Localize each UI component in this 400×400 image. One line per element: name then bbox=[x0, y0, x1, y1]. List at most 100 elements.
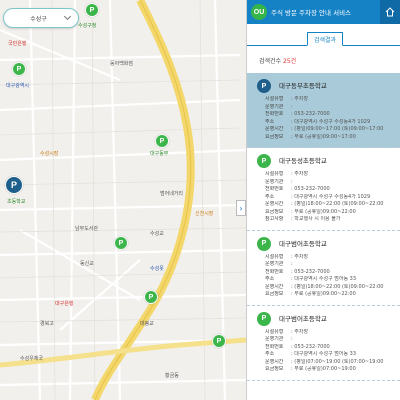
side-panel: OU 주식 방문 주차장 안내 서비스 검색결과 검색건수 25건 P 대구동부초… bbox=[246, 0, 400, 400]
detail-row: 주소 : 대구광역시 수성구 범어동 33 bbox=[265, 351, 396, 359]
detail-key: 운영기관 bbox=[265, 336, 284, 342]
map-label: 국민은행 bbox=[8, 41, 27, 47]
detail-value: : 주차장 bbox=[291, 96, 309, 102]
detail-key: 주소 bbox=[265, 118, 275, 125]
map-label: 범어네거리 bbox=[160, 191, 184, 197]
tab-bar: 검색결과 bbox=[247, 30, 400, 46]
parking-pin[interactable]: P bbox=[155, 134, 169, 148]
home-button[interactable] bbox=[380, 0, 400, 24]
parking-pin-selected[interactable]: P bbox=[5, 176, 23, 194]
result-item-name[interactable]: 대구범어초등학교 bbox=[279, 312, 396, 326]
detail-row: 운영시간 : (평일)07:00~19:00 (토)07:00~19:00 bbox=[265, 359, 396, 367]
detail-value: : 주차장 bbox=[291, 328, 309, 335]
result-item-details: 시설유형: 주차장 운영기관: 전화번호: 053-232-7000 주소: 대구광… bbox=[265, 96, 396, 141]
detail-row: 요금정보: 무료 (공휴일)09:00~22:00 bbox=[265, 291, 396, 299]
result-item[interactable]: P 대구동성초등학교 시설유형: 주차장 운영기관: 전화번호: 053-232-70… bbox=[247, 148, 400, 231]
map-label: 대구은행 bbox=[55, 301, 74, 307]
detail-row: 시설유형: 주차장 bbox=[265, 329, 396, 337]
parking-pin[interactable]: P bbox=[212, 334, 226, 348]
parking-icon: P bbox=[257, 79, 271, 93]
result-count: 검색건수 25건 bbox=[259, 58, 297, 65]
detail-value: : 학교행사 시 이용 불가 bbox=[291, 216, 341, 222]
service-logo: OU bbox=[251, 4, 267, 20]
result-list: P 대구동부초등학교 시설유형: 주차장 운영기관: 전화번호: 053-232-70… bbox=[247, 73, 400, 381]
detail-key: 전화번호 bbox=[265, 268, 284, 275]
detail-value: : 주차장 bbox=[291, 253, 309, 260]
detail-value: : (평일)09:00~17:00 (토)09:00~17:00 bbox=[291, 126, 384, 132]
district-select-value: 수성구 bbox=[30, 15, 47, 23]
detail-key: 요금정보 bbox=[265, 208, 284, 215]
map-label: 수성교 bbox=[150, 231, 164, 237]
detail-row: 전화번호: 053-232-7000 bbox=[265, 111, 396, 119]
detail-row: 운영시간: (평일)18:00~22:00 (토)09:00~22:00 bbox=[265, 284, 396, 292]
detail-key: 운영시간 bbox=[265, 358, 284, 365]
detail-row: 주소: 대구광역시 수성구 수성동4가 1029 bbox=[265, 119, 396, 127]
detail-value: : 대구광역시 수성구 범어동 33 bbox=[291, 276, 357, 282]
detail-value: : 무료 (공휴일)07:00~19:00 bbox=[291, 366, 356, 372]
map-label: 남부도서관 bbox=[75, 226, 99, 232]
detail-value: : bbox=[291, 261, 293, 267]
detail-value: : bbox=[291, 178, 293, 185]
detail-key: 운영기관 bbox=[265, 103, 284, 110]
detail-row: 전화번호 : 053-232-7000 bbox=[265, 269, 396, 277]
detail-row: 운영기관: bbox=[265, 336, 396, 344]
result-item[interactable]: P 대구범어초등학교 시설유형: 주차장 운영기관: 전화번호: 053-232-70… bbox=[247, 306, 400, 381]
detail-row: 시설유형 : 주차장 bbox=[265, 254, 396, 262]
map-label: 신천시장 bbox=[195, 211, 214, 217]
tab-search-results[interactable]: 검색결과 bbox=[307, 32, 343, 46]
parking-pin[interactable]: P bbox=[85, 3, 99, 17]
detail-row: 요금정보 : 무료 (공휴일)09:00~17:00 bbox=[265, 134, 396, 142]
panel-header: OU 주식 방문 주차장 안내 서비스 bbox=[247, 0, 400, 24]
detail-value: : bbox=[291, 336, 293, 342]
detail-key: 요금정보 bbox=[265, 133, 284, 140]
detail-key: 전화번호 bbox=[265, 111, 284, 117]
district-select[interactable]: 수성구 bbox=[3, 8, 79, 28]
detail-key: 전화번호 bbox=[265, 343, 284, 350]
parking-pin[interactable]: P bbox=[144, 290, 158, 304]
panel-title: 주식 방문 주차장 안내 서비스 bbox=[271, 9, 352, 17]
detail-value: : (평일)18:00~22:00 (토)09:00~22:00 bbox=[291, 283, 384, 290]
detail-key: 시설유형 bbox=[265, 253, 284, 260]
detail-value: : bbox=[291, 103, 293, 110]
result-item[interactable]: P 대구동부초등학교 시설유형: 주차장 운영기관: 전화번호: 053-232-70… bbox=[247, 73, 400, 148]
panel-toggle-button[interactable]: › bbox=[236, 200, 246, 216]
detail-key: 운영기관 bbox=[265, 178, 284, 185]
detail-key: 주소 bbox=[265, 193, 275, 200]
map-label: 수성시장 bbox=[40, 151, 59, 157]
detail-key: 주소 bbox=[265, 276, 275, 282]
detail-value: : (평일)18:00~22:00 (토)09:00~22:00 bbox=[291, 201, 384, 207]
chevron-down-icon bbox=[63, 12, 72, 21]
detail-value: : (평일)07:00~19:00 (토)07:00~19:00 bbox=[291, 358, 384, 365]
detail-key: 참고사항 bbox=[265, 216, 284, 222]
map-label: 황금동 bbox=[165, 373, 179, 379]
detail-value: : 053-232-7000 bbox=[291, 343, 330, 350]
detail-row: 전화번호 : 053-232-7000 bbox=[265, 344, 396, 352]
detail-value: : 무료 (공휴일)09:00~22:00 bbox=[291, 208, 356, 215]
detail-key: 주소 bbox=[265, 351, 275, 357]
parking-icon: P bbox=[257, 236, 271, 251]
detail-value: : 대구광역시 수성구 범어동 33 bbox=[291, 351, 357, 357]
map-label: 동신교 bbox=[80, 261, 94, 267]
map-view[interactable]: 수성구 P P P P P P P 국민은행 대구광역시 수성구청 동아백화점 … bbox=[0, 0, 246, 400]
map-label: 수성못 bbox=[150, 266, 164, 272]
detail-row: 운영시간 : (평일)18:00~22:00 (토)09:00~22:00 bbox=[265, 201, 396, 209]
detail-value: : 053-232-7000 bbox=[291, 268, 330, 275]
parking-pin[interactable]: P bbox=[12, 62, 26, 76]
result-item-name[interactable]: 대구동부초등학교 bbox=[279, 79, 396, 93]
detail-row: 운영기관: bbox=[265, 261, 396, 269]
detail-value: : 대구광역시 수성구 수성동4가 1029 bbox=[291, 193, 371, 200]
detail-row: 전화번호: 053-232-7000 bbox=[265, 186, 396, 194]
detail-row: 운영기관: bbox=[265, 179, 396, 187]
detail-row: 요금정보: 무료 (공휴일)07:00~19:00 bbox=[265, 366, 396, 374]
parking-pin[interactable]: P bbox=[114, 236, 128, 250]
result-item[interactable]: P 대구범어초등학교시설유형 : 주차장 운영기관: 전화번호 : 053-232-70… bbox=[247, 231, 400, 306]
detail-value: : 주차장 bbox=[291, 171, 309, 177]
parking-icon: P bbox=[257, 154, 271, 168]
result-item-name[interactable]: 대구범어초등학교 bbox=[279, 237, 396, 251]
result-item-name[interactable]: 대구동성초등학교 bbox=[279, 154, 396, 168]
map-label: 대구광역시 bbox=[6, 83, 30, 89]
detail-key: 운영시간 bbox=[265, 201, 284, 207]
detail-value: : 무료 (공휴일)09:00~17:00 bbox=[291, 133, 356, 140]
detail-value: : 053-232-7000 bbox=[291, 186, 330, 192]
detail-row: 주소 : 대구광역시 수성구 수성동4가 1029 bbox=[265, 194, 396, 202]
